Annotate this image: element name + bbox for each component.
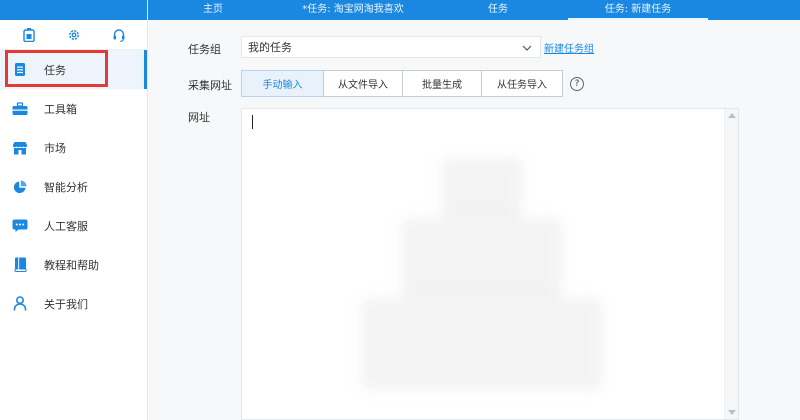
url-label: 网址 (188, 111, 210, 124)
sidebar-item-tutorial-help[interactable]: 教程和帮助 (0, 245, 147, 284)
input-mode-segmented-control: 手动输入 从文件导入 批量生成 从任务导入 (241, 70, 563, 97)
sidebar: 任务 工具箱 市场 智能分析 人工客服 教程和帮助 关于我们 (0, 0, 148, 420)
pie-chart-icon (12, 179, 28, 195)
tab-home[interactable]: 主页 (148, 0, 278, 20)
sidebar-item-label: 教程和帮助 (44, 258, 99, 272)
import-from-task-button[interactable]: 从任务导入 (481, 70, 563, 97)
book-icon (12, 257, 28, 273)
market-icon (12, 140, 28, 156)
new-task-form: 任务组 我的任务 新建任务组 采集网址 手动输入 从文件导入 批量生成 从任务导… (148, 20, 800, 420)
vertical-scrollbar[interactable] (724, 109, 738, 419)
sidebar-item-label: 市场 (44, 141, 66, 155)
sidebar-item-customer-service[interactable]: 人工客服 (0, 206, 147, 245)
url-textarea[interactable] (241, 108, 739, 420)
sidebar-item-label: 工具箱 (44, 102, 77, 116)
gear-icon[interactable] (65, 26, 83, 44)
sidebar-toolbar (0, 20, 147, 50)
tab-taobao-task[interactable]: *任务: 淘宝网淘我喜欢 (278, 0, 428, 20)
headset-icon[interactable] (110, 26, 128, 44)
sidebar-item-label: 人工客服 (44, 219, 88, 233)
chat-icon (12, 218, 28, 234)
text-caret (252, 115, 253, 129)
sidebar-item-market[interactable]: 市场 (0, 128, 147, 167)
toolbox-icon (12, 101, 28, 117)
person-icon (12, 296, 28, 312)
sidebar-item-about-us[interactable]: 关于我们 (0, 284, 147, 323)
sidebar-item-smart-analysis[interactable]: 智能分析 (0, 167, 147, 206)
sidebar-item-label: 关于我们 (44, 297, 88, 311)
collect-url-label: 采集网址 (188, 79, 232, 92)
task-group-label: 任务组 (188, 43, 221, 56)
sidebar-item-label: 智能分析 (44, 180, 88, 194)
chevron-down-icon (522, 41, 532, 54)
sidebar-nav: 任务 工具箱 市场 智能分析 人工客服 教程和帮助 关于我们 (0, 50, 147, 323)
tab-bar: 主页 *任务: 淘宝网淘我喜欢 任务 任务: 新建任务 (148, 0, 800, 20)
tab-new-task[interactable]: 任务: 新建任务 (568, 0, 708, 20)
scroll-up-arrow-icon[interactable] (728, 113, 736, 118)
sidebar-header-strip (0, 0, 147, 20)
manual-input-button[interactable]: 手动输入 (241, 70, 324, 97)
batch-generate-button[interactable]: 批量生成 (402, 70, 482, 97)
scroll-down-arrow-icon[interactable] (728, 410, 736, 415)
blurred-watermark (362, 299, 602, 389)
battery-icon[interactable] (20, 26, 38, 44)
sidebar-item-label: 任务 (44, 63, 66, 77)
blurred-watermark (402, 219, 562, 309)
new-task-group-link[interactable]: 新建任务组 (544, 40, 594, 55)
task-list-icon (12, 62, 28, 78)
import-from-file-button[interactable]: 从文件导入 (323, 70, 403, 97)
sidebar-item-toolbox[interactable]: 工具箱 (0, 89, 147, 128)
help-icon[interactable]: ? (570, 77, 584, 91)
task-group-value: 我的任务 (248, 41, 292, 54)
task-group-select[interactable]: 我的任务 (241, 36, 541, 58)
sidebar-item-task[interactable]: 任务 (0, 50, 147, 89)
tab-tasks[interactable]: 任务 (428, 0, 568, 20)
